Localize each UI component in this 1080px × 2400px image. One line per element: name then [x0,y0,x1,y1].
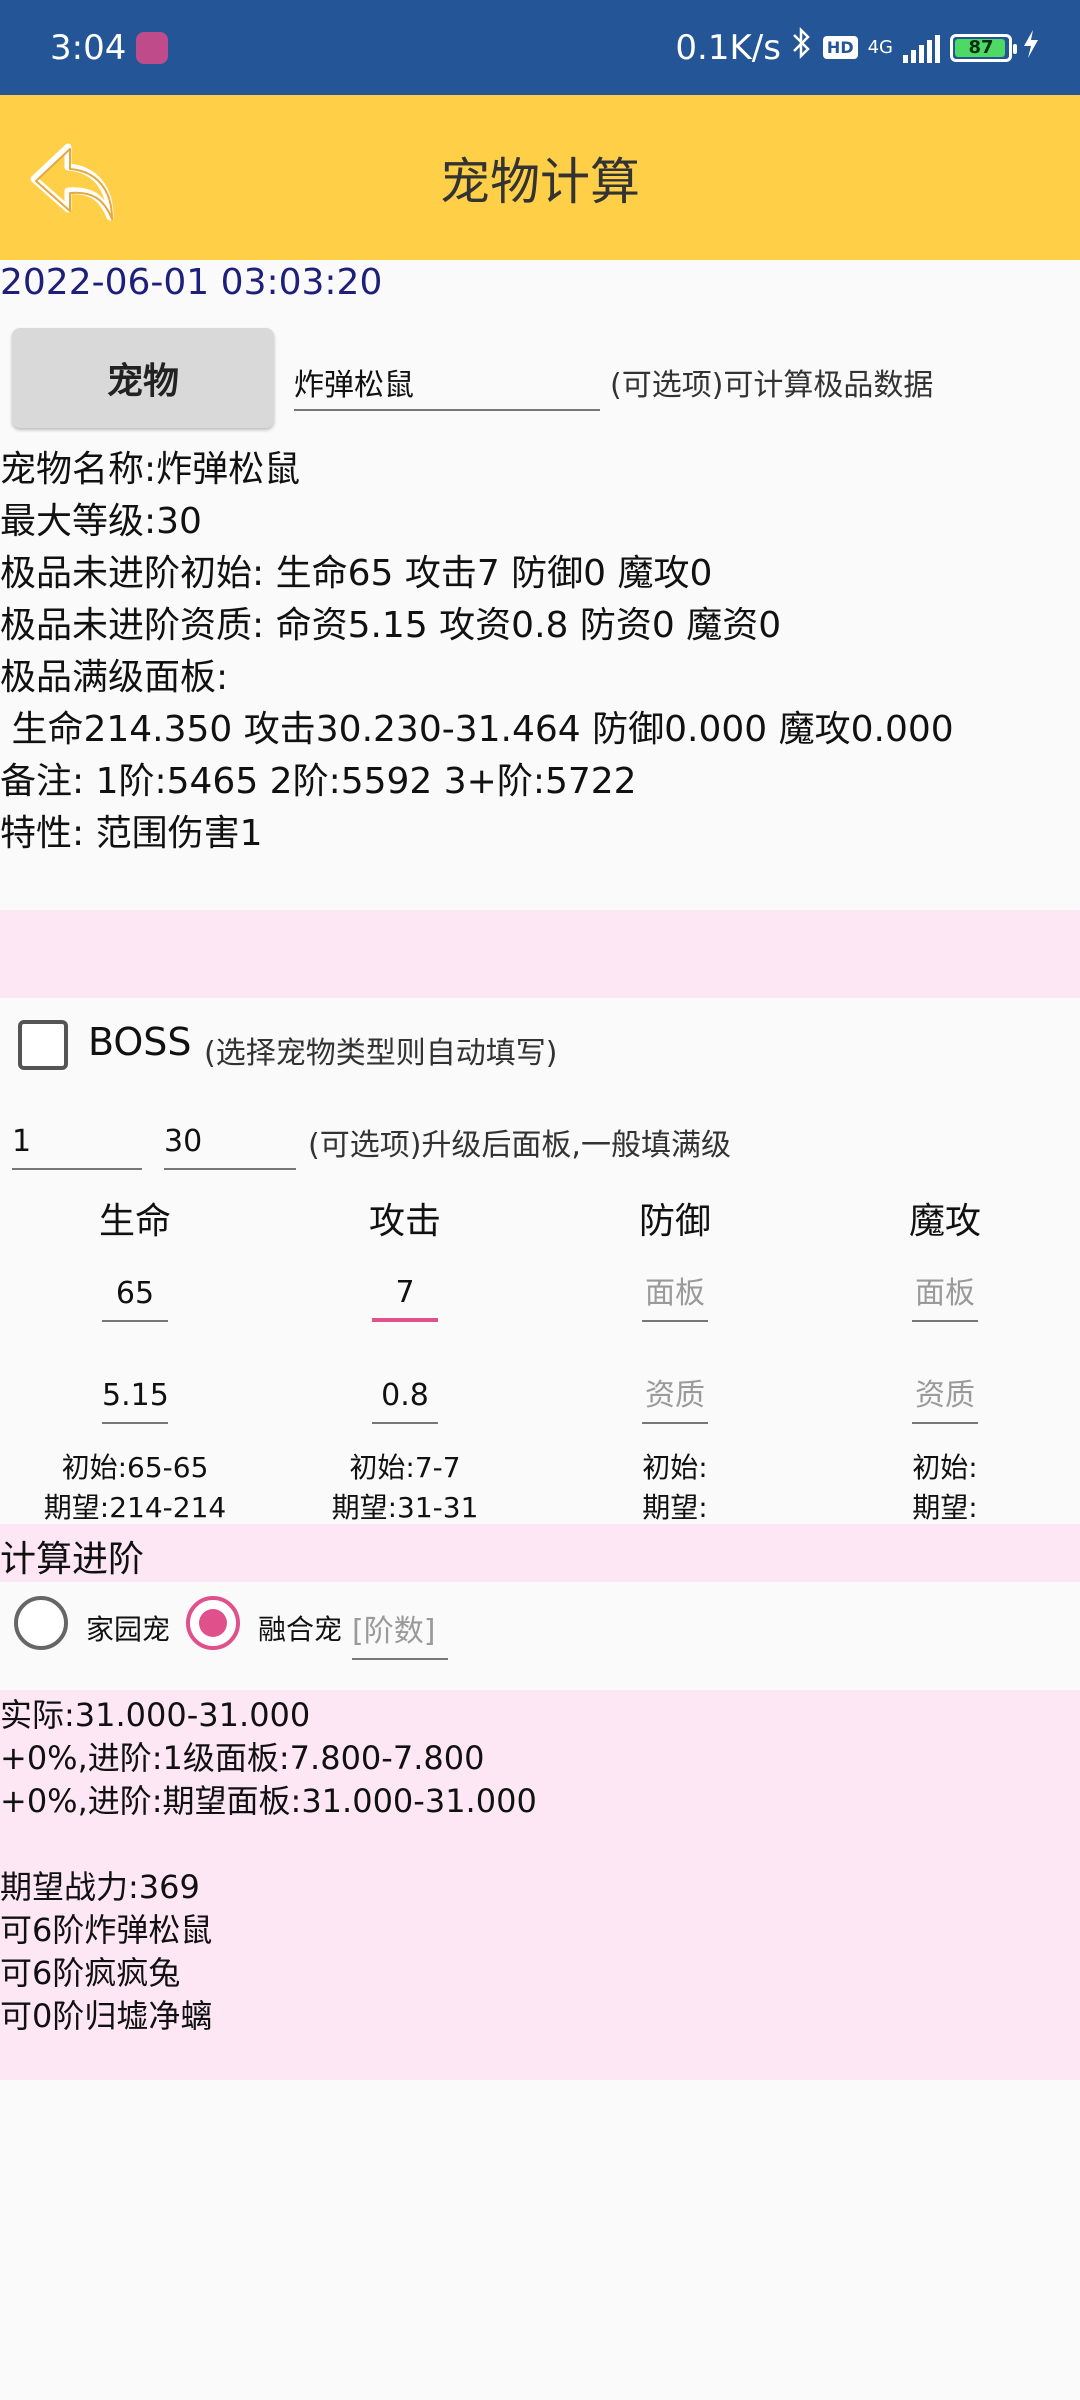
atk-expected: 期望:31-31 [331,1491,479,1524]
atk-result: 初始:7-7 期望:31-31 [275,1448,535,1528]
charging-icon [1022,28,1040,68]
calc-datetime: 2022-06-01 03:03:20 [0,262,383,303]
advance-section-title: 计算进阶 [0,1524,1080,1582]
home-pet-radio[interactable] [14,1596,68,1650]
pet-info-line: 宠物名称:炸弹松鼠 [0,449,301,490]
home-pet-label: 家园宠 [86,1613,171,1646]
boss-hint: (选择宠物类型则自动填写) [204,1036,558,1071]
def-aptitude-input[interactable] [642,1368,708,1424]
def-result: 初始: 期望: [545,1448,805,1528]
pet-info-line: 生命214.350 攻击30.230-31.464 防御0.000 魔攻0.00… [0,709,954,750]
fusion-pet-label: 融合宠 [258,1613,343,1646]
result-line: 可6阶疯疯兔 [0,1954,181,1992]
result-line: 期望战力:369 [0,1868,200,1906]
atk-panel-input[interactable] [372,1266,438,1322]
notification-app-icon [136,31,169,64]
pet-info-line: 极品未进阶初始: 生命65 攻击7 防御0 魔攻0 [0,553,713,594]
page-title: 宠物计算 [440,152,640,211]
battery-icon: 87 [950,33,1017,62]
level-hint: (可选项)升级后面板,一般填满级 [308,1128,731,1163]
battery-level: 87 [968,37,994,58]
pet-button[interactable]: 宠物 [12,328,274,428]
pet-hint: (可选项)可计算极品数据 [610,368,934,403]
matk-result: 初始: 期望: [815,1448,1075,1528]
stat-header-hp: 生命 [98,1201,171,1242]
network-type: 4G [867,36,893,58]
atk-initial: 初始:7-7 [349,1451,461,1484]
fusion-pet-radio[interactable] [186,1596,240,1650]
stat-header-matk: 魔攻 [908,1201,981,1242]
net-speed: 0.1K/s [675,27,781,68]
def-panel-input[interactable] [642,1266,708,1322]
pet-info-line: 极品未进阶资质: 命资5.15 攻资0.8 防资0 魔资0 [0,605,782,646]
result-line: 可6阶炸弹松鼠 [0,1911,213,1949]
level-to-input[interactable] [164,1114,296,1170]
def-initial: 初始: [642,1451,708,1484]
hp-initial: 初始:65-65 [61,1451,209,1484]
atk-aptitude-input[interactable] [372,1368,438,1424]
boss-checkbox[interactable] [18,1020,68,1070]
pet-info-line: 极品满级面板: [0,657,229,698]
divider-band [0,910,1080,998]
hp-expected: 期望:214-214 [43,1491,227,1524]
status-icons: 0.1K/s HD 4G 87 [675,0,1040,95]
hp-panel-input[interactable] [102,1266,168,1322]
signal-icon [903,33,940,63]
result-line [0,1823,1080,1866]
stat-header-atk: 攻击 [368,1201,441,1242]
level-from-input[interactable] [12,1114,142,1170]
result-line: 实际:31.000-31.000 [0,1696,311,1734]
stat-header-def: 防御 [638,1201,711,1242]
result-line: +0%,进阶:1级面板:7.800-7.800 [0,1739,485,1777]
status-bar: 3:04 0.1K/s HD 4G 87 [0,0,1080,95]
result-line: +0%,进阶:期望面板:31.000-31.000 [0,1782,537,1820]
hp-aptitude-input[interactable] [102,1368,168,1424]
matk-aptitude-input[interactable] [912,1368,978,1424]
boss-label: BOSS [88,1020,192,1064]
matk-panel-input[interactable] [912,1266,978,1322]
pet-info: 宠物名称:炸弹松鼠 最大等级:30 极品未进阶初始: 生命65 攻击7 防御0 … [0,444,954,860]
bluetooth-icon [791,26,813,69]
stage-count-input[interactable] [352,1604,448,1660]
def-expected: 期望: [642,1491,708,1524]
pet-info-line: 备注: 1阶:5465 2阶:5592 3+阶:5722 [0,761,637,802]
matk-expected: 期望: [912,1491,978,1524]
hd-badge: HD [822,36,858,59]
hp-result: 初始:65-65 期望:214-214 [5,1448,265,1528]
result-line: 可0阶归墟净螭 [0,1997,213,2035]
status-time: 3:04 [50,27,127,68]
pet-info-line: 特性: 范围伤害1 [0,813,263,854]
result-panel: 实际:31.000-31.000 +0%,进阶:1级面板:7.800-7.800… [0,1690,1080,2080]
matk-initial: 初始: [912,1451,978,1484]
pet-info-line: 最大等级:30 [0,501,202,542]
app-bar: 宠物计算 [0,95,1080,260]
pet-name-input[interactable] [294,355,600,411]
